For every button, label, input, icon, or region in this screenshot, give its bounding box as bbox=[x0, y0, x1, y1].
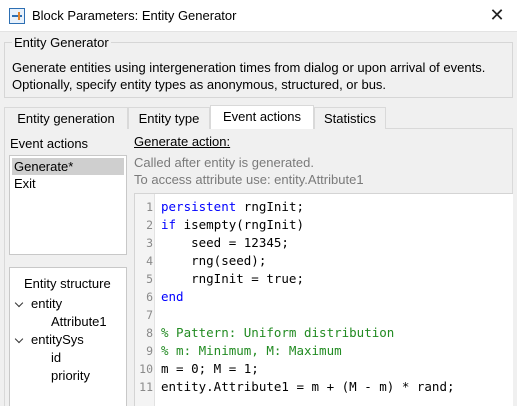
line-number: 8 bbox=[146, 326, 153, 340]
code-text: persistent rngInit; bbox=[161, 198, 304, 216]
line-number: 6 bbox=[146, 290, 153, 304]
code-text: m = 0; M = 1; bbox=[161, 361, 259, 376]
tab-statistics[interactable]: Statistics bbox=[314, 107, 386, 129]
code-text: entity.Attribute1 = m + (M - m) * rand; bbox=[161, 379, 455, 394]
line-number: 1 bbox=[146, 200, 153, 214]
title-bar: Block Parameters: Entity Generator ✕ bbox=[0, 0, 517, 32]
event-actions-list: Generate* Exit bbox=[9, 155, 127, 255]
code-keyword: if bbox=[161, 217, 177, 232]
entity-structure-title: Entity structure bbox=[24, 276, 111, 291]
line-number: 4 bbox=[146, 254, 153, 268]
code-text: if isempty(rngInit) bbox=[161, 216, 304, 234]
code-text: rngInit = true; bbox=[161, 271, 304, 286]
chevron-down-icon[interactable] bbox=[15, 336, 25, 346]
block-group-title: Entity Generator bbox=[12, 35, 111, 50]
code-text: % m: Minimum, M: Maximum bbox=[161, 343, 342, 358]
generate-action-label: Generate action: bbox=[134, 134, 231, 149]
line-number: 5 bbox=[146, 272, 153, 286]
code-rest: isempty(rngInit) bbox=[176, 217, 304, 232]
tab-entity-generation[interactable]: Entity generation bbox=[4, 107, 128, 129]
generate-action-hint: Called after entity is generated. bbox=[134, 155, 314, 170]
line-number: 10 bbox=[139, 362, 153, 376]
event-actions-label: Event actions bbox=[10, 136, 89, 151]
tree-item-id[interactable]: id bbox=[51, 349, 61, 367]
close-button[interactable]: ✕ bbox=[477, 0, 517, 31]
block-description: Generate entities using intergeneration … bbox=[12, 60, 486, 92]
tree-item-priority[interactable]: priority bbox=[51, 367, 90, 385]
tree-item-entitysys[interactable]: entitySys bbox=[31, 331, 84, 349]
tab-entity-type[interactable]: Entity type bbox=[128, 107, 210, 129]
code-text: seed = 12345; bbox=[161, 235, 289, 250]
line-number: 7 bbox=[146, 308, 153, 322]
attribute-access-hint: To access attribute use: entity.Attribut… bbox=[134, 172, 364, 187]
code-keyword: persistent bbox=[161, 199, 237, 214]
code-text: % Pattern: Uniform distribution bbox=[161, 325, 395, 340]
code-editor[interactable]: 1 persistent rngInit; 2 if isempty(rngInit)… bbox=[134, 193, 513, 406]
tab-bar: Entity generation Entity type Event acti… bbox=[4, 105, 513, 129]
tree-item-entity[interactable]: entity bbox=[31, 295, 62, 313]
code-rest: rngInit; bbox=[236, 199, 304, 214]
line-number: 2 bbox=[146, 218, 153, 232]
tab-event-actions[interactable]: Event actions bbox=[210, 105, 314, 129]
simulink-block-icon bbox=[9, 8, 25, 24]
window-title: Block Parameters: Entity Generator bbox=[32, 8, 237, 23]
code-text: end bbox=[161, 289, 184, 304]
line-number: 11 bbox=[139, 380, 153, 394]
line-number: 9 bbox=[146, 344, 153, 358]
code-text: rng(seed); bbox=[161, 253, 267, 268]
chevron-down-icon[interactable] bbox=[15, 300, 25, 310]
event-action-generate[interactable]: Generate* bbox=[12, 158, 124, 175]
line-number: 3 bbox=[146, 236, 153, 250]
tree-item-attribute1[interactable]: Attribute1 bbox=[51, 313, 107, 331]
entity-structure-panel: Entity structure entity Attribute1 entit… bbox=[9, 267, 127, 406]
event-action-exit[interactable]: Exit bbox=[10, 175, 126, 192]
